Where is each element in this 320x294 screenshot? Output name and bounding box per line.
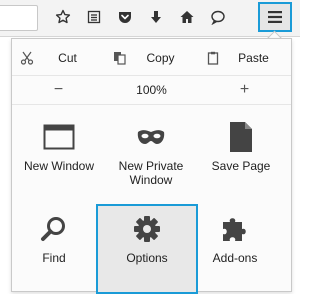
zoom-out-button[interactable]: − [12,76,105,104]
paste-label: Paste [238,51,269,65]
save-page-button[interactable]: Save Page [196,119,286,173]
home-icon[interactable] [174,4,200,30]
find-button[interactable]: Find [9,211,99,265]
zoom-level: 100% [136,83,167,97]
gear-icon [102,211,192,247]
cut-label: Cut [58,51,77,65]
magnifier-icon [9,211,99,247]
new-window-button[interactable]: New Window [14,119,104,173]
window-icon [14,119,104,155]
reading-list-icon[interactable] [81,4,107,30]
new-private-window-label-line2: Window [129,173,173,187]
bookmark-star-icon[interactable] [50,4,76,30]
new-private-window-label-line1: New Private [118,159,184,173]
page-icon [196,119,286,155]
zoom-in-label: + [239,81,250,98]
options-label: Options [126,251,168,265]
scissors-icon [20,51,34,68]
main-menu-panel: Cut Copy Paste − 100% + New Window New P… [9,38,292,294]
browser-toolbar [0,0,300,37]
addons-label: Add-ons [212,251,258,265]
paste-button[interactable]: Paste [198,43,291,73]
hamburger-menu-icon[interactable] [258,2,292,32]
cut-button[interactable]: Cut [12,43,105,73]
chat-bubble-icon[interactable] [205,4,231,30]
zoom-reset-button[interactable]: 100% [105,76,198,104]
find-label: Find [42,251,66,265]
mask-icon [106,119,196,155]
new-window-label: New Window [23,159,95,173]
zoom-out-label: − [53,81,64,98]
options-button[interactable]: Options [102,211,192,265]
download-icon[interactable] [143,4,169,30]
copy-label: Copy [146,51,175,65]
puzzle-piece-icon [190,211,280,247]
zoom-controls: − 100% + [12,75,291,105]
edit-controls: Cut Copy Paste [12,43,291,73]
pocket-icon[interactable] [112,4,138,30]
copy-icon [113,51,127,68]
url-bar[interactable] [0,5,38,31]
clipboard-icon [206,51,220,68]
new-private-window-button[interactable]: New Private Window [106,119,196,187]
save-page-label: Save Page [211,159,271,173]
addons-button[interactable]: Add-ons [190,211,280,265]
zoom-in-button[interactable]: + [198,76,291,104]
copy-button[interactable]: Copy [105,43,198,73]
